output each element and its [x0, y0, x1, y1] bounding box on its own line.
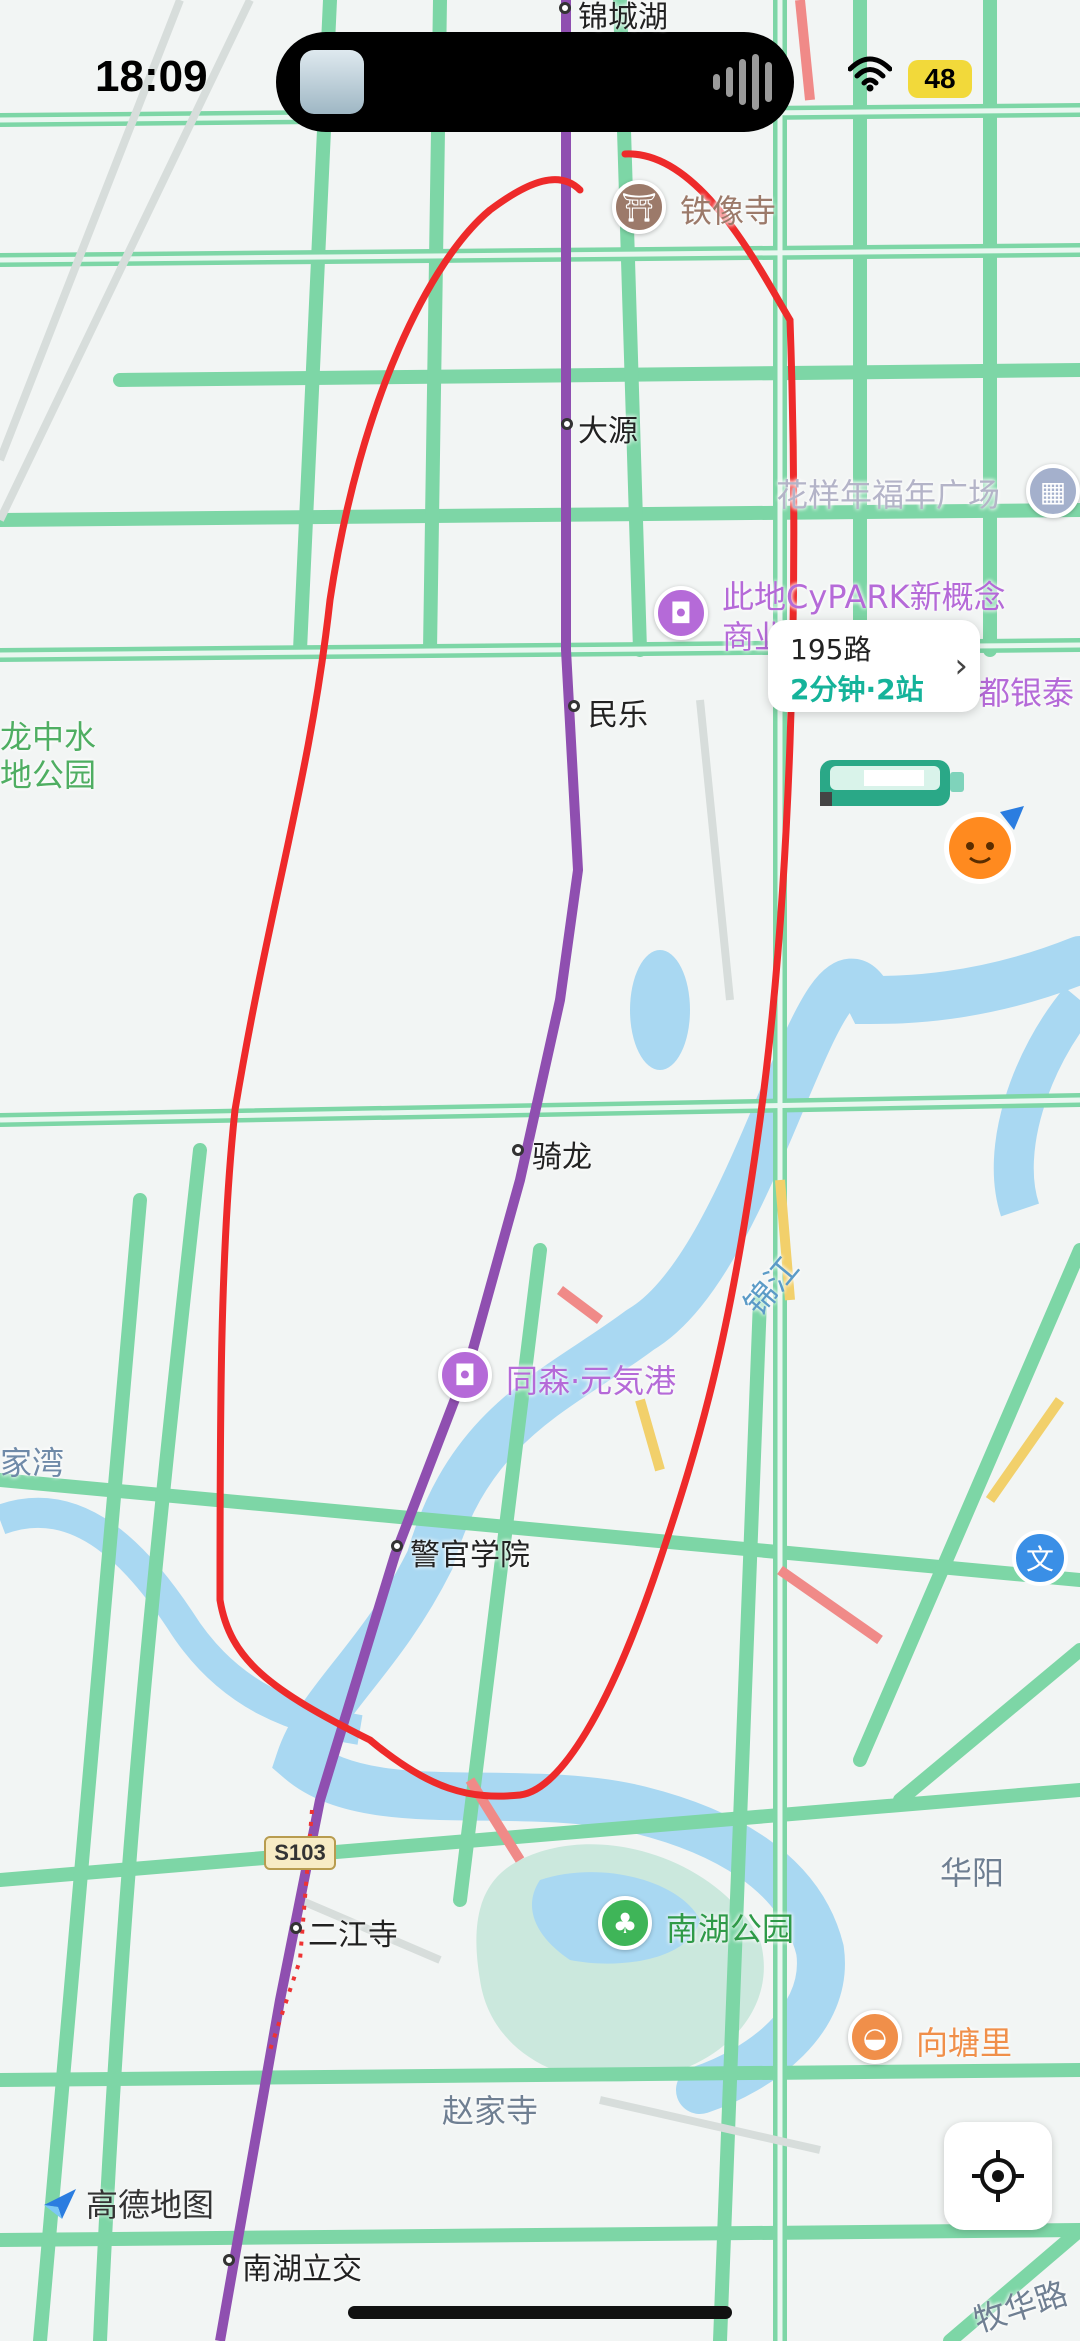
- brand-name: 高德地图: [86, 2186, 215, 2224]
- poi-label-dubank[interactable]: 都银泰: [978, 668, 1074, 714]
- stop-dot-qilong: [512, 1144, 524, 1156]
- stop-label-nanhu-lijiao[interactable]: 南湖立交: [242, 2244, 362, 2288]
- river-west: [0, 1497, 363, 1745]
- poi-label-nanhu-park[interactable]: 南湖公园: [666, 1904, 794, 1950]
- user-location-avatar[interactable]: [938, 800, 1028, 890]
- audio-waveform-icon: [713, 54, 772, 110]
- stop-label-minle[interactable]: 民乐: [588, 690, 648, 734]
- home-indicator[interactable]: [348, 2306, 732, 2319]
- crosshair-icon: [972, 2150, 1024, 2202]
- status-bar: 18:09 48: [0, 0, 1080, 150]
- temple-icon[interactable]: ⛩: [612, 180, 666, 234]
- brand-logo: 高德地图: [40, 2180, 214, 2226]
- place-label-huayang: 华阳: [940, 1854, 1005, 1892]
- stop-dot-dayuan: [561, 418, 573, 430]
- poi-label-tongsen[interactable]: 同森·元気港: [506, 1356, 676, 1402]
- bus-route-label: 195路: [790, 633, 872, 666]
- shopping-bag-icon[interactable]: ◘: [654, 586, 708, 640]
- battery-indicator: 48: [908, 60, 972, 98]
- traffic-congestion: [465, 0, 883, 1863]
- place-label-jiawan: 家湾: [0, 1444, 65, 1482]
- highway-badge: S103: [264, 1836, 336, 1870]
- locate-button[interactable]: [944, 2122, 1052, 2230]
- dynamic-island[interactable]: [276, 32, 794, 132]
- stop-dot-jinchenghu: [559, 2, 571, 14]
- restaurant-icon[interactable]: ◒: [848, 2010, 902, 2064]
- building-icon[interactable]: ▦: [1026, 464, 1080, 518]
- poi-label-tiexiangsi[interactable]: 铁像寺: [680, 186, 776, 232]
- culture-icon[interactable]: 文: [1012, 1530, 1068, 1586]
- status-time: 18:09: [95, 52, 208, 101]
- stop-dot-nanhu-lijiao: [223, 2254, 235, 2266]
- chevron-right-icon: ›: [954, 646, 968, 686]
- now-playing-artwork: [300, 50, 364, 114]
- amap-logo-icon: [44, 2189, 76, 2219]
- place-label-longzhongshui-2: 地公园: [0, 756, 97, 794]
- poi-label-huayang-plaza[interactable]: 花样年福年广场: [776, 470, 1000, 516]
- place-label-zhaojiasi: 赵家寺: [442, 2092, 539, 2130]
- map-view[interactable]: 18:09 48 锦城湖 大源 民乐 骑龙 警官学院 二江寺 南湖立交 ⛩ 铁像…: [0, 0, 1080, 2341]
- wifi-icon: [848, 56, 892, 92]
- stop-dot-erjiangsi: [290, 1922, 302, 1934]
- stop-dot-minle: [568, 700, 580, 712]
- stop-label-jingguan[interactable]: 警官学院: [410, 1530, 530, 1574]
- stop-dot-jingguan: [391, 1540, 403, 1552]
- poi-label-xiangtangli[interactable]: 向塘里: [916, 2018, 1012, 2064]
- stop-label-qilong[interactable]: 骑龙: [532, 1132, 592, 1176]
- bus-eta-label: 2分钟·2站: [790, 673, 924, 706]
- shopping-bag-icon[interactable]: ◘: [438, 1348, 492, 1402]
- stop-label-erjiangsi[interactable]: 二江寺: [308, 1910, 398, 1954]
- bus-arrival-card[interactable]: 195路 2分钟·2站 ›: [768, 620, 980, 712]
- stop-label-jinchenghu[interactable]: 锦城湖: [578, 0, 668, 36]
- stop-label-dayuan[interactable]: 大源: [578, 406, 638, 450]
- lake-dayuan: [630, 950, 690, 1070]
- tree-icon[interactable]: ♣: [598, 1896, 652, 1950]
